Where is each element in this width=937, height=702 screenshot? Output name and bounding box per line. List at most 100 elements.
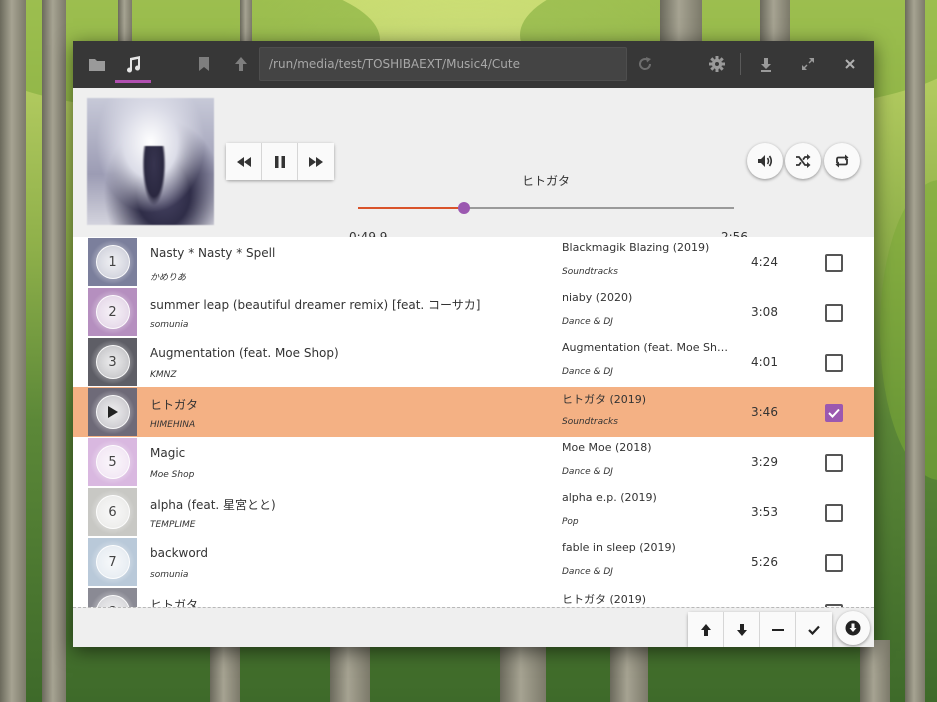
track-title: Nasty * Nasty * Spell [150,246,276,260]
track-album: ヒトガタ (2019) [562,393,647,406]
track-row[interactable]: 1 Nasty * Nasty * Spell かめりあ Blackmagik Bla… [73,237,874,287]
track-thumbnail [88,388,137,436]
arrow-down-icon [736,624,747,636]
transport-controls [226,143,334,180]
track-row[interactable]: ヒトガタ HIMEHINA ヒトガタ (2019) Soundtracks 3:46 [73,387,874,437]
track-artist: かめりあ [150,273,187,283]
seek-slider[interactable] [358,201,734,215]
track-album: Augmentation (feat. Moe Shop) [562,341,730,354]
track-duration: 3:29 [751,455,778,469]
track-checkbox[interactable] [825,454,843,472]
track-checkbox[interactable] [825,554,843,572]
track-row[interactable]: 3 Augmentation (feat. Moe Shop) KMNZ Augmen… [73,337,874,387]
track-checkbox[interactable] [825,354,843,372]
play-icon [95,395,130,429]
track-row[interactable]: 5 Magic Moe Shop Moe Moe (2018) Dance & DJ 3:… [73,437,874,487]
track-genre: Dance & DJ [562,567,613,577]
track-artist: KMNZ [150,370,177,380]
pause-button[interactable] [262,143,298,180]
pause-icon [274,155,285,168]
shuffle-button[interactable] [785,143,821,179]
track-duration: 4:24 [751,255,778,269]
repeat-button[interactable] [824,143,860,179]
download-circle-button[interactable] [836,611,870,645]
track-thumbnail: 8 [88,588,137,607]
download-icon[interactable] [751,49,781,79]
track-thumbnail: 5 [88,438,137,486]
gear-icon[interactable] [702,49,732,79]
music-player-window: /run/media/test/TOSHIBAEXT/Music4/Cute ヒ… [73,41,874,647]
fast-forward-button[interactable] [298,143,334,180]
checkmark-icon [808,625,820,635]
track-title: Augmentation (feat. Moe Shop) [150,346,339,360]
track-artist: HIMEHINA [150,420,196,430]
playlist: 1 Nasty * Nasty * Spell かめりあ Blackmagik Bla… [73,237,874,607]
track-genre: Pop [562,517,579,527]
track-title: ヒトガタ [150,398,199,412]
track-duration: 4:01 [751,355,778,369]
track-title: Magic [150,446,186,460]
track-album: Moe Moe (2018) [562,441,652,454]
player-panel: ヒトガタ 0:49.9 2:56 [73,88,874,244]
track-artist: somunia [150,320,189,330]
checkmark-icon [828,408,840,418]
track-title: summer leap (beautiful dreamer remix) [f… [150,298,481,312]
playlist-actions [688,612,832,647]
volume-button[interactable] [747,143,783,179]
track-number: 8 [95,595,130,607]
track-row[interactable]: 7 backword somunia fable in sleep (2019) Dan… [73,537,874,587]
select-all-button[interactable] [796,612,832,647]
remove-button[interactable] [760,612,796,647]
track-artist: somunia [150,570,189,580]
titlebar: /run/media/test/TOSHIBAEXT/Music4/Cute [73,41,874,88]
track-artist: Moe Shop [150,470,195,480]
arrow-up-icon [700,624,711,636]
rewind-button[interactable] [226,143,262,180]
track-title: alpha (feat. 星宮とと) [150,498,276,512]
move-down-button[interactable] [724,612,760,647]
track-number: 6 [95,495,130,529]
track-album: fable in sleep (2019) [562,541,676,554]
close-icon[interactable] [835,49,865,79]
track-duration: 3:46 [751,405,778,419]
track-genre: Dance & DJ [562,367,613,377]
move-up-button[interactable] [688,612,724,647]
refresh-icon[interactable] [630,49,660,79]
track-genre: Dance & DJ [562,467,613,477]
music-note-icon[interactable] [118,49,148,79]
track-number: 2 [95,295,130,329]
track-checkbox[interactable] [825,304,843,322]
track-duration: 3:08 [751,305,778,319]
path-input[interactable]: /run/media/test/TOSHIBAEXT/Music4/Cute [259,47,627,81]
download-circle-icon [845,620,861,636]
track-row[interactable]: 2 summer leap (beautiful dreamer remix) [… [73,287,874,337]
track-thumbnail: 2 [88,288,137,336]
shuffle-icon [796,154,811,168]
track-number: 1 [95,245,130,279]
bottom-toolbar [73,607,874,647]
seek-handle[interactable] [458,202,471,214]
track-duration: 3:53 [751,505,778,519]
track-album: niaby (2020) [562,291,633,304]
track-row[interactable]: 8ヒトガタHIMEHINAヒトガタ (2019)Soundtracks3:46 [73,587,874,607]
track-duration: 5:26 [751,555,778,569]
fullscreen-icon[interactable] [793,49,823,79]
up-arrow-icon[interactable] [226,49,256,79]
track-number: 7 [95,545,130,579]
track-artist: TEMPLIME [150,520,196,530]
fast-forward-icon [309,156,323,167]
folder-icon[interactable] [82,49,112,79]
minus-icon [771,629,784,631]
track-genre: Soundtracks [562,267,618,277]
bookmark-icon[interactable] [189,49,219,79]
track-checkbox[interactable] [825,404,843,422]
track-number: 3 [95,345,130,379]
track-album: alpha e.p. (2019) [562,491,657,504]
track-number: 5 [95,445,130,479]
repeat-icon [835,154,849,168]
track-row[interactable]: 6 alpha (feat. 星宮とと) TEMPLIME alpha e.p. (2… [73,487,874,537]
track-album: Blackmagik Blazing (2019) [562,241,710,254]
track-checkbox[interactable] [825,504,843,522]
track-checkbox[interactable] [825,254,843,272]
track-thumbnail: 1 [88,238,137,286]
